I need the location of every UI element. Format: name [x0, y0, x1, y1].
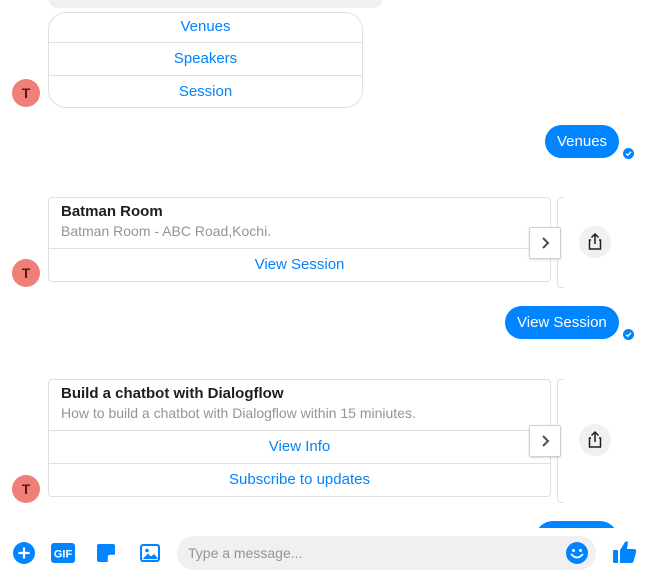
chevron-right-icon — [542, 435, 550, 447]
share-icon — [588, 430, 602, 448]
image-icon[interactable] — [138, 541, 162, 565]
checkmark-icon — [623, 148, 634, 159]
quick-reply-venues[interactable]: Venues — [49, 13, 362, 42]
previous-message-bubble — [48, 0, 383, 8]
generic-template-card-session: Build a chatbot with Dialogflow How to b… — [48, 379, 551, 497]
bot-avatar[interactable]: T — [12, 79, 40, 107]
card-subtitle: Batman Room - ABC Road,Kochi. — [61, 223, 272, 239]
sent-message-venues: Venues — [545, 125, 620, 158]
quick-reply-session[interactable]: Session — [49, 75, 362, 107]
chevron-right-icon — [542, 237, 550, 249]
quick-replies-card: Venues Speakers Session — [48, 12, 363, 108]
gif-icon[interactable]: GIF — [50, 541, 75, 565]
emoji-icon[interactable] — [565, 541, 589, 565]
share-button[interactable] — [579, 424, 611, 456]
carousel-next-button[interactable] — [529, 425, 561, 457]
view-session-button[interactable]: View Session — [49, 248, 550, 281]
sent-message-view-session: View Session — [505, 306, 619, 339]
bot-avatar[interactable]: T — [12, 475, 40, 503]
sticker-icon[interactable] — [94, 541, 118, 565]
plus-icon[interactable] — [12, 541, 36, 565]
subscribe-to-updates-button[interactable]: Subscribe to updates — [49, 463, 550, 496]
share-button[interactable] — [579, 226, 611, 258]
card-subtitle: How to build a chatbot with Dialogflow w… — [61, 405, 416, 421]
checkmark-icon — [623, 329, 634, 340]
share-icon — [588, 232, 602, 250]
quick-reply-speakers[interactable]: Speakers — [49, 42, 362, 75]
card-title: Build a chatbot with Dialogflow — [61, 385, 284, 402]
thumbs-up-icon[interactable] — [611, 538, 639, 566]
view-info-button[interactable]: View Info — [49, 430, 550, 463]
bot-avatar[interactable]: T — [12, 259, 40, 287]
card-title: Batman Room — [61, 203, 163, 220]
generic-template-card-venue: Batman Room Batman Room - ABC Road,Kochi… — [48, 197, 551, 282]
svg-text:GIF: GIF — [54, 549, 73, 561]
message-input[interactable] — [188, 536, 548, 570]
carousel-next-button[interactable] — [529, 227, 561, 259]
